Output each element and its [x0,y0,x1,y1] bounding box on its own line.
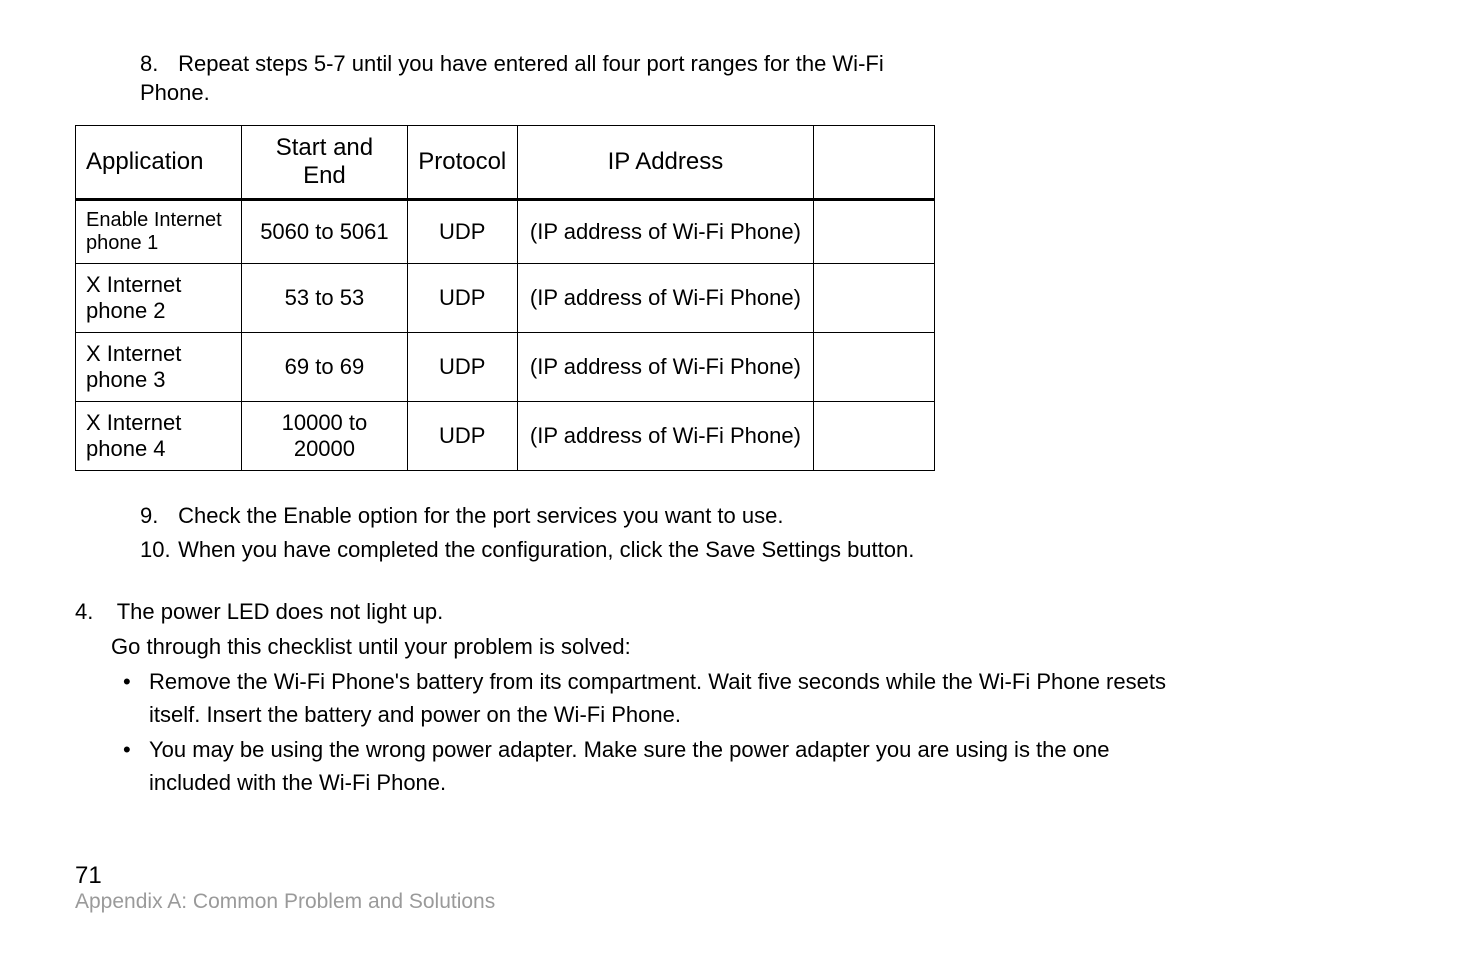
page-number: 71 [75,862,495,890]
cell-ip: (IP address of Wi-Fi Phone) [517,333,814,402]
step-10-text: When you have completed the configuratio… [178,537,914,562]
cell-app: Enable Internet phone 1 [76,200,242,264]
bullet-line2: itself. Insert the battery and power on … [149,702,681,727]
q4-subtitle: Go through this checklist until your pro… [111,630,1400,663]
table-row: Enable Internet phone 1 5060 to 5061 UDP… [76,200,935,264]
cell-proto: UDP [407,333,517,402]
col-header-blank [814,126,935,200]
list-item: You may be using the wrong power adapter… [119,733,1400,799]
col-header-application: Application [76,126,242,200]
list-item: Remove the Wi-Fi Phone's battery from it… [119,665,1400,731]
cell-proto: UDP [407,200,517,264]
cell-blank [814,200,935,264]
cell-app: X Internet phone 2 [76,264,242,333]
cell-se: 10000 to 20000 [241,402,407,471]
table-row: X Internet phone 2 53 to 53 UDP (IP addr… [76,264,935,333]
table-row: X Internet phone 3 69 to 69 UDP (IP addr… [76,333,935,402]
q4-bullets: Remove the Wi-Fi Phone's battery from it… [119,665,1400,799]
q4-num: 4. [75,595,111,628]
step-9-text: Check the Enable option for the port ser… [178,503,783,528]
cell-se: 5060 to 5061 [241,200,407,264]
step-8-text-b: Phone. [140,80,210,105]
cell-blank [814,264,935,333]
step-8-num: 8. [140,50,172,79]
port-range-table: Application Start and End Protocol IP Ad… [75,125,935,471]
cell-proto: UDP [407,402,517,471]
step-9-num: 9. [140,499,172,533]
cell-ip: (IP address of Wi-Fi Phone) [517,402,814,471]
cell-blank [814,402,935,471]
cell-ip: (IP address of Wi-Fi Phone) [517,200,814,264]
q4-title: 4. The power LED does not light up. [75,595,1400,628]
question-4: 4. The power LED does not light up. Go t… [75,595,1400,799]
cell-ip: (IP address of Wi-Fi Phone) [517,264,814,333]
col-header-protocol: Protocol [407,126,517,200]
bullet-line1: You may be using the wrong power adapter… [149,737,1109,762]
bullet-line1: Remove the Wi-Fi Phone's battery from it… [149,669,1166,694]
q4-title-text: The power LED does not light up. [117,599,444,624]
table-row: X Internet phone 4 10000 to 20000 UDP (I… [76,402,935,471]
col-header-ip: IP Address [517,126,814,200]
cell-app: X Internet phone 3 [76,333,242,402]
bullet-line2: included with the Wi-Fi Phone. [149,770,446,795]
cell-se: 53 to 53 [241,264,407,333]
appendix-label: Appendix A: Common Problem and Solutions [75,890,495,914]
step-9: 9. Check the Enable option for the port … [140,499,1400,533]
col-header-start-end: Start and End [241,126,407,200]
cell-blank [814,333,935,402]
step-10: 10. When you have completed the configur… [140,533,1400,567]
step-8: 8. Repeat steps 5-7 until you have enter… [140,50,1400,107]
step-8-text-a: Repeat steps 5-7 until you have entered … [178,51,884,76]
table-header-row: Application Start and End Protocol IP Ad… [76,126,935,200]
cell-se: 69 to 69 [241,333,407,402]
page-footer: 71 Appendix A: Common Problem and Soluti… [75,862,495,914]
cell-proto: UDP [407,264,517,333]
step-10-num: 10. [140,533,172,567]
cell-app: X Internet phone 4 [76,402,242,471]
steps-9-10: 9. Check the Enable option for the port … [140,499,1400,567]
